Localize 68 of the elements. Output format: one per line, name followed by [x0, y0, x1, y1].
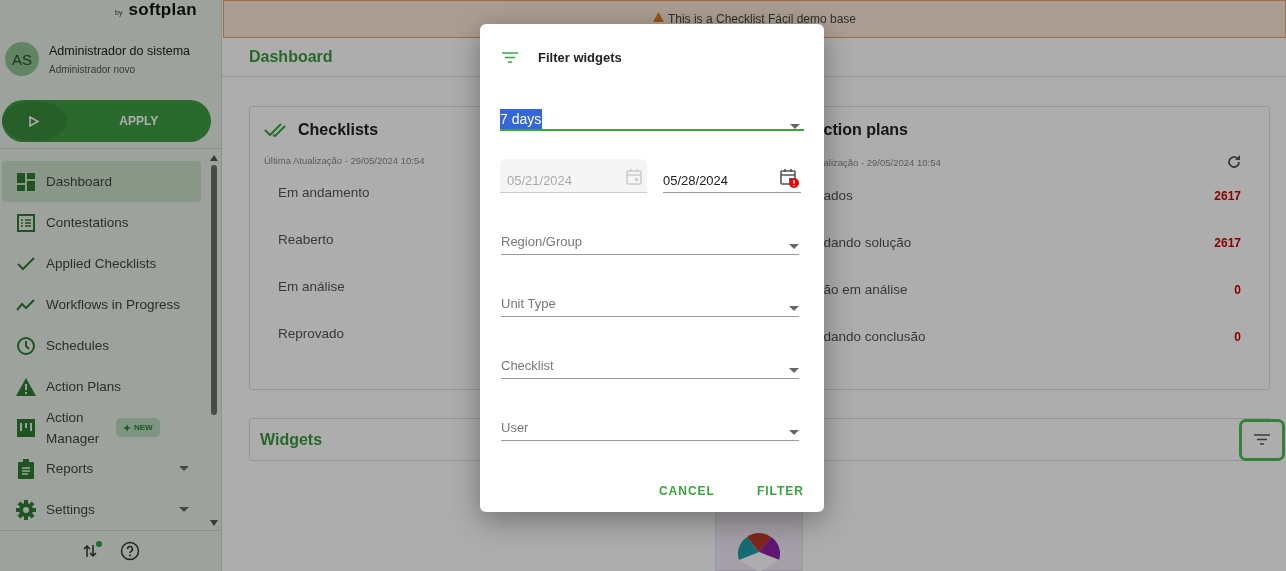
- gear-icon: [16, 499, 36, 520]
- status-count: 0: [1234, 329, 1241, 344]
- date-field[interactable]: 05/28/2024: [663, 159, 801, 193]
- nav-item[interactable]: Settings: [2, 489, 201, 530]
- warning-icon: [652, 12, 664, 22]
- widgets-title: Widgets: [260, 430, 323, 449]
- refresh-icon[interactable]: [1227, 155, 1241, 169]
- clipboard-icon: [18, 458, 34, 479]
- nav-item[interactable]: Action Manager NEW: [2, 407, 201, 448]
- period-select[interactable]: 7 days: [500, 98, 804, 131]
- caret-icon: [789, 430, 799, 435]
- status-label: Reprovado: [278, 326, 345, 341]
- nav-item[interactable]: Contestations: [2, 202, 201, 243]
- user-role: Administrador novo: [49, 63, 137, 75]
- nav-item[interactable]: Applied Checklists: [2, 243, 201, 284]
- banner-text: This is a Checklist Fácil demo base: [667, 12, 857, 26]
- calendar-icon[interactable]: [779, 168, 799, 188]
- select-field[interactable]: User: [501, 414, 799, 441]
- new-badge: NEW: [116, 418, 160, 437]
- nav-item[interactable]: Dashboard: [2, 161, 201, 202]
- status-count: 2617: [1214, 235, 1241, 250]
- apply-button[interactable]: APPLY: [2, 100, 211, 142]
- filter-icon: [502, 52, 518, 63]
- page-title: Dashboard: [249, 48, 333, 67]
- status-label: dando solução: [823, 235, 912, 250]
- caret-icon: [789, 244, 799, 249]
- widget-thumbnail[interactable]: [715, 511, 803, 571]
- status-count: 2617: [1214, 188, 1241, 203]
- clock-icon: [17, 336, 35, 355]
- status-label: ados: [823, 188, 853, 203]
- status-label: Em andamento: [278, 185, 370, 200]
- cancel-button[interactable]: CANCEL: [658, 484, 715, 498]
- card-title: ction plans: [823, 121, 908, 139]
- filter-icon: [1254, 434, 1270, 445]
- nav-item[interactable]: Action Plans: [2, 366, 201, 407]
- nav-item[interactable]: Schedules: [2, 325, 201, 366]
- dashboard-icon: [17, 172, 35, 191]
- status-count: 0: [1234, 282, 1241, 297]
- trend-line-icon: [16, 298, 36, 311]
- caret-icon: [789, 368, 799, 373]
- play-icon: [29, 115, 40, 127]
- select-field[interactable]: Region/Group: [501, 228, 799, 255]
- select-field[interactable]: Checklist: [501, 352, 799, 379]
- filter-button[interactable]: [1239, 418, 1285, 461]
- dialog-title: Filter widgets: [538, 50, 622, 65]
- status-label: dando conclusão: [823, 329, 926, 344]
- list-icon: [17, 213, 35, 232]
- filter-button[interactable]: FILTER: [756, 484, 804, 498]
- caret-icon: [789, 306, 799, 311]
- help-icon[interactable]: [119, 541, 140, 561]
- select-field[interactable]: Unit Type: [501, 290, 799, 317]
- last-update-text: alização - 29/05/2024 10:54: [823, 156, 941, 168]
- kanban-icon: [17, 418, 35, 437]
- double-check-icon: [264, 123, 286, 137]
- warning-icon: [16, 377, 36, 396]
- caret-icon: [790, 124, 800, 129]
- scrollbar-thumb[interactable]: [211, 165, 217, 415]
- last-update-text: Última Atualização - 29/05/2024 10:54: [264, 155, 425, 166]
- check-icon: [17, 256, 35, 271]
- nav-item[interactable]: Reports: [2, 448, 201, 489]
- card-title: Checklists: [298, 121, 379, 139]
- status-label: Em análise: [278, 279, 345, 294]
- user-avatar: AS: [5, 42, 39, 76]
- status-label: ão em análise: [823, 282, 908, 297]
- status-label: Reaberto: [278, 232, 334, 247]
- user-name: Administrador do sistema: [49, 43, 191, 58]
- nav-item[interactable]: Workflows in Progress: [2, 284, 201, 325]
- brand-logo: softplan: [128, 0, 197, 20]
